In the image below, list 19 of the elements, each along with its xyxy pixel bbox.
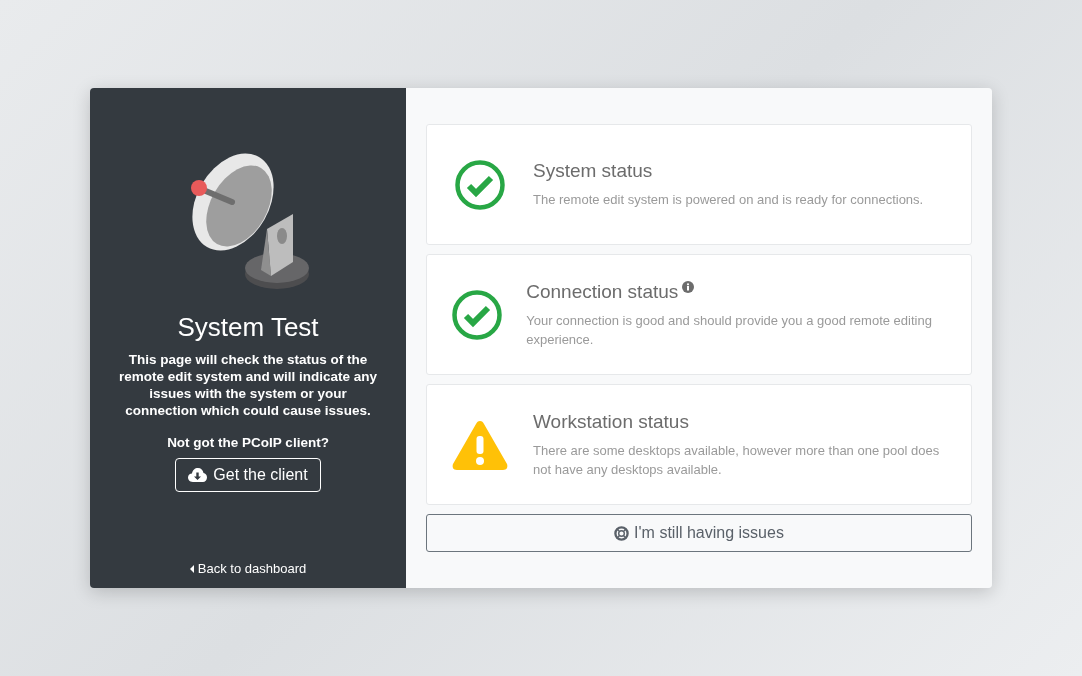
- status-title: Connection status: [526, 280, 679, 303]
- check-circle-icon: [455, 159, 505, 210]
- warning-icon: [451, 418, 509, 471]
- get-client-button[interactable]: Get the client: [175, 458, 321, 492]
- lifebuoy-icon: [614, 525, 630, 541]
- status-title: System status: [533, 160, 653, 182]
- page-description: This page will check the status of the remote edit system and will indicate any issues with the system or your connection which could cause issues.: [117, 351, 379, 419]
- client-prompt: Not got the PCoIP client?: [167, 435, 329, 450]
- status-text: The remote edit system is powered on and is ready for connections.: [533, 191, 924, 209]
- page-title: System Test: [177, 312, 319, 343]
- status-text: There are some desktops available, however more than one pool does not have any desktops available.: [533, 441, 941, 479]
- status-text: Your connection is good and should provide you a good remote editing experience.: [526, 311, 933, 349]
- still-having-issues-button[interactable]: I'm still having issues: [426, 514, 972, 552]
- info-icon[interactable]: [682, 280, 695, 293]
- back-to-dashboard-link[interactable]: Back to dashboard: [189, 561, 307, 576]
- caret-left-icon: [189, 564, 194, 573]
- check-circle-icon: [451, 289, 502, 340]
- status-title: Workstation status: [533, 410, 689, 433]
- cloud-download-icon: [188, 467, 208, 483]
